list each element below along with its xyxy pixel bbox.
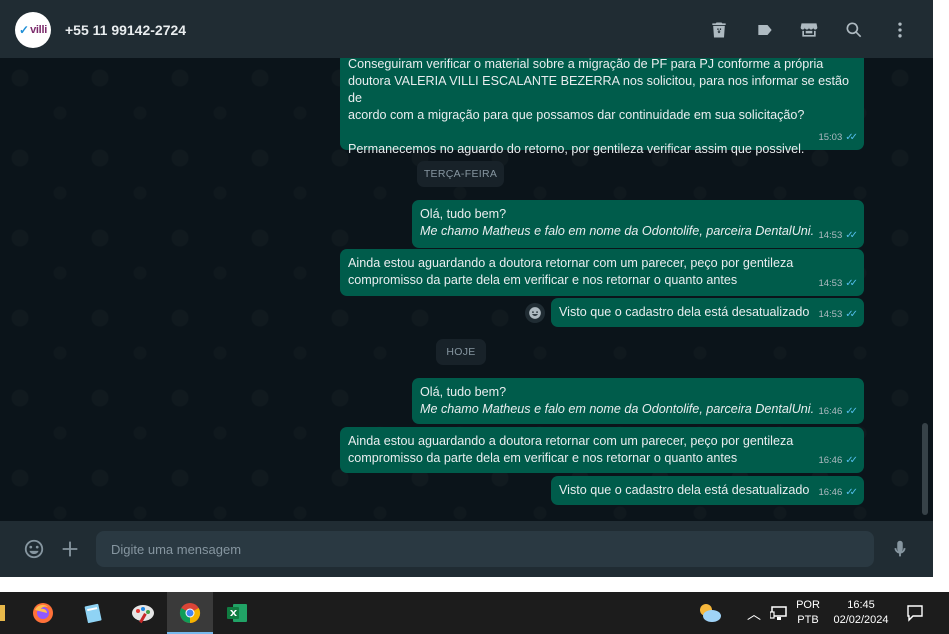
delete-icon[interactable] xyxy=(709,20,729,40)
message-input[interactable] xyxy=(96,531,874,567)
windows-taskbar: ︿ POR PTB 16:45 02/02/2024 xyxy=(0,592,949,634)
message-bubble-outgoing[interactable]: Ainda estou aguardando a doutora retorna… xyxy=(340,249,864,296)
message-time: 16:46 xyxy=(818,406,843,417)
message-meta: 14:53 ✓✓ xyxy=(818,227,857,244)
message-time: 15:03 xyxy=(818,132,843,143)
message-text: Ainda estou aguardando a doutora retorna… xyxy=(348,434,794,465)
message-meta: 14:53 ✓✓ xyxy=(818,275,857,292)
message-time: 16:46 xyxy=(818,455,843,466)
menu-icon[interactable] xyxy=(890,20,910,40)
language-code: POR xyxy=(796,599,820,611)
message-bubble-outgoing[interactable]: Conseguiram verificar o material sobre a… xyxy=(340,58,864,156)
message-time: 14:53 xyxy=(818,309,843,320)
message-meta: 16:46 ✓✓ xyxy=(818,403,857,420)
message-text-line: Olá, tudo bem? xyxy=(420,385,507,399)
message-text: Ainda estou aguardando a doutora retorna… xyxy=(348,256,794,287)
emoji-reaction-icon[interactable] xyxy=(525,303,545,323)
window-edge xyxy=(933,0,949,592)
chat-scrollbar[interactable] xyxy=(922,423,928,515)
keyboard-layout: PTB xyxy=(797,614,819,626)
notification-icon[interactable] xyxy=(906,604,924,622)
firefox-icon[interactable] xyxy=(20,592,66,634)
whatsapp-window: ✓ villi +55 11 99142-2724 Conseguiram ve… xyxy=(0,0,949,634)
avatar-logo-text: villi xyxy=(30,24,47,36)
excel-icon[interactable] xyxy=(214,592,260,634)
message-bubble-outgoing[interactable]: Olá, tudo bem? Me chamo Matheus e falo e… xyxy=(412,200,864,248)
message-text-signature: Me chamo Matheus e falo em nome da Odont… xyxy=(420,224,815,238)
message-bubble-outgoing[interactable]: Ainda estou aguardando a doutora retorna… xyxy=(340,427,864,473)
read-ticks-icon: ✓✓ xyxy=(845,132,858,143)
chat-header: ✓ villi +55 11 99142-2724 xyxy=(0,0,933,58)
notepad-icon[interactable] xyxy=(70,592,116,634)
message-time: 14:53 xyxy=(818,278,843,289)
message-time: 14:53 xyxy=(818,230,843,241)
microphone-icon[interactable] xyxy=(889,538,911,560)
chrome-icon[interactable] xyxy=(167,592,213,634)
composer-bar xyxy=(0,521,933,577)
message-meta: 14:53 ✓✓ xyxy=(818,306,857,323)
message-bubble-outgoing[interactable]: Olá, tudo bem? Me chamo Matheus e falo e… xyxy=(412,378,864,424)
folder-icon[interactable] xyxy=(0,605,5,621)
clock-date: 02/02/2024 xyxy=(833,614,889,626)
message-meta: 16:46 ✓✓ xyxy=(818,452,857,469)
attach-plus-icon[interactable] xyxy=(59,538,81,560)
emoji-icon[interactable] xyxy=(23,538,45,560)
contact-name[interactable]: +55 11 99142-2724 xyxy=(65,22,186,38)
day-divider: HOJE xyxy=(436,339,486,365)
read-ticks-icon: ✓✓ xyxy=(845,455,858,466)
clock[interactable]: 16:45 02/02/2024 xyxy=(826,598,896,628)
chevron-up-icon[interactable]: ︿ xyxy=(746,604,762,622)
read-ticks-icon: ✓✓ xyxy=(845,309,858,320)
weather-icon[interactable] xyxy=(697,602,723,624)
window-bottom-edge xyxy=(0,577,949,592)
avatar[interactable]: ✓ villi xyxy=(15,12,51,48)
read-ticks-icon: ✓✓ xyxy=(845,230,858,241)
read-ticks-icon: ✓✓ xyxy=(845,278,858,289)
check-icon: ✓ xyxy=(19,23,30,37)
message-meta: 16:46 ✓✓ xyxy=(818,484,857,501)
search-icon[interactable] xyxy=(844,20,864,40)
message-bubble-outgoing[interactable]: Visto que o cadastro dela está desatuali… xyxy=(551,476,864,505)
read-ticks-icon: ✓✓ xyxy=(845,406,858,417)
message-text: Conseguiram verificar o material sobre a… xyxy=(348,58,849,156)
message-list[interactable]: Conseguiram verificar o material sobre a… xyxy=(0,58,933,521)
clock-time: 16:45 xyxy=(847,599,875,611)
day-divider: TERÇA-FEIRA xyxy=(417,161,504,187)
message-text: Visto que o cadastro dela está desatuali… xyxy=(559,305,810,319)
message-time: 16:46 xyxy=(818,487,843,498)
store-icon[interactable] xyxy=(799,20,819,40)
label-icon[interactable] xyxy=(755,20,775,40)
message-meta: 15:03 ✓✓ xyxy=(818,129,857,146)
message-text: Visto que o cadastro dela está desatuali… xyxy=(559,483,810,497)
input-language[interactable]: POR PTB xyxy=(794,598,822,628)
message-text-line: Olá, tudo bem? xyxy=(420,207,507,221)
message-bubble-outgoing[interactable]: Visto que o cadastro dela está desatuali… xyxy=(551,298,864,327)
message-text-signature: Me chamo Matheus e falo em nome da Odont… xyxy=(420,402,815,416)
paint-icon[interactable] xyxy=(120,592,166,634)
read-ticks-icon: ✓✓ xyxy=(845,487,858,498)
network-icon[interactable] xyxy=(769,604,788,622)
